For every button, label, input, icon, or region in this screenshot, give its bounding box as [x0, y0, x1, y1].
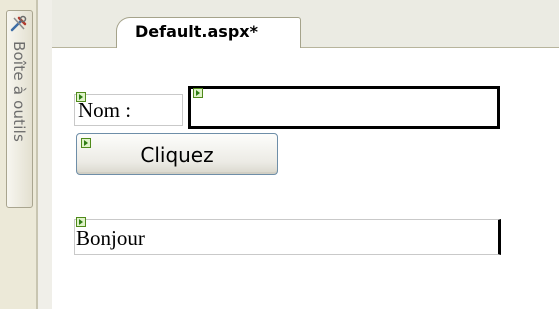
document-tab-bar: Default.aspx*	[52, 0, 559, 49]
tab-default-aspx[interactable]: Default.aspx*	[116, 17, 301, 49]
server-control-marker-icon	[76, 92, 86, 102]
splitter-gap	[38, 0, 52, 309]
label-bonjour-text: Bonjour	[76, 226, 145, 250]
server-control-marker-icon	[81, 138, 91, 148]
server-control-marker-icon	[193, 88, 203, 98]
toolbox-icon	[10, 15, 27, 32]
cliquez-button[interactable]: Cliquez	[76, 133, 278, 175]
tab-label: Default.aspx*	[135, 22, 258, 41]
toolbox-panel: Boîte à outils	[0, 0, 36, 309]
label-bonjour[interactable]: Bonjour	[74, 219, 501, 255]
toolbox-label: Boîte à outils	[10, 41, 28, 142]
toolbox-tab[interactable]: Boîte à outils	[6, 10, 33, 208]
server-control-marker-icon	[76, 217, 86, 227]
name-textbox[interactable]	[188, 86, 500, 129]
label-nom[interactable]: Nom :	[74, 94, 183, 126]
